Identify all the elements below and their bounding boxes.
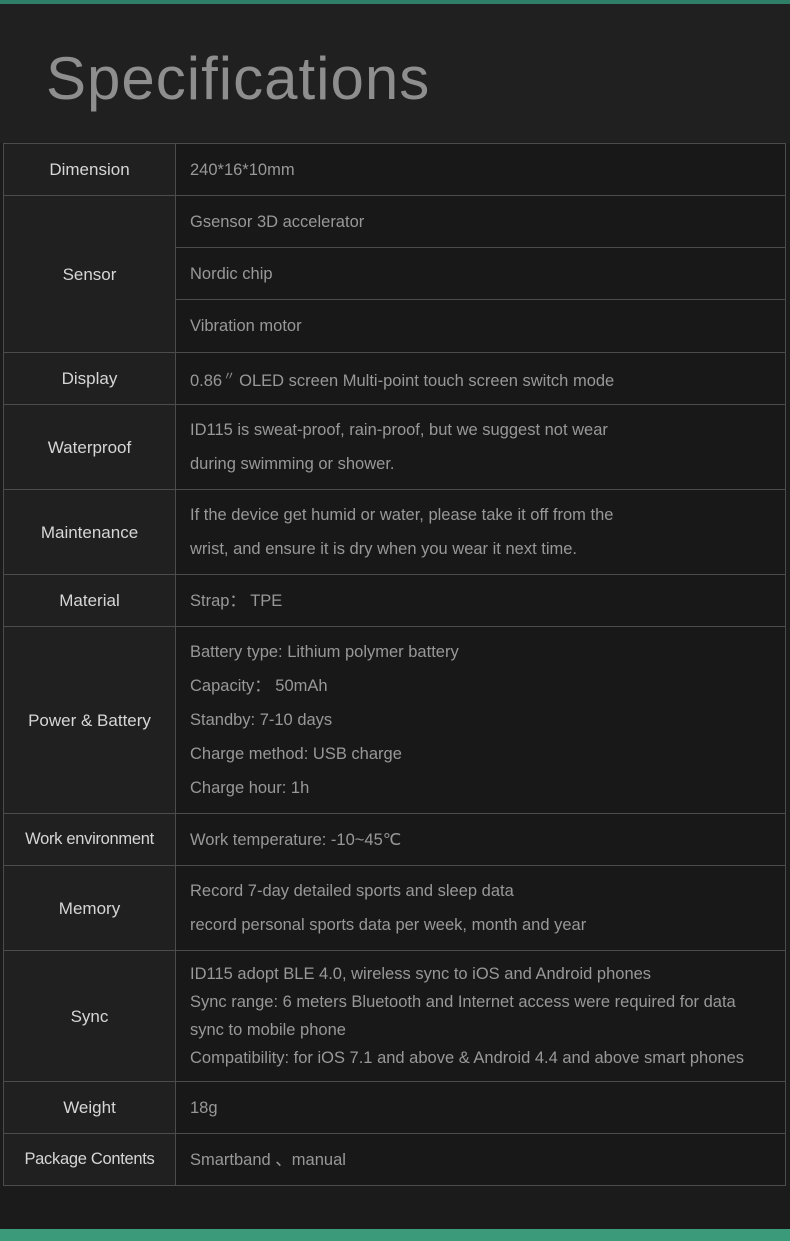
value-line: ID115 adopt BLE 4.0, wireless sync to iO…	[190, 965, 652, 983]
value-line: Strap： TPE	[190, 591, 283, 610]
row-value-sync: ID115 adopt BLE 4.0, wireless sync to iO…	[176, 951, 785, 1081]
row-label-maintenance: Maintenance	[4, 490, 176, 574]
row-label-waterproof: Waterproof	[4, 405, 176, 489]
display-description: OLED screen Multi-point touch screen swi…	[239, 372, 615, 390]
value-line: Smartband 、manual	[190, 1150, 346, 1169]
value-line: Record 7-day detailed sports and sleep d…	[190, 882, 514, 900]
row-value-package-contents: Smartband 、manual	[176, 1134, 785, 1185]
inch-mark-icon: 〃	[223, 369, 236, 383]
sensor-subrow: Vibration motor	[176, 300, 785, 352]
value-line: Gsensor 3D accelerator	[190, 212, 365, 231]
table-row: Memory Record 7-day detailed sports and …	[4, 866, 785, 951]
value-line: Work temperature: -10~45℃	[190, 830, 402, 849]
row-label-weight: Weight	[4, 1082, 176, 1133]
page-header: Specifications	[0, 4, 790, 143]
value-line: Sync range: 6 meters Bluetooth and Inter…	[190, 993, 741, 1039]
table-row: Sensor Gsensor 3D accelerator Nordic chi…	[4, 196, 785, 353]
value-line: Vibration motor	[190, 317, 302, 335]
row-value-work-environment: Work temperature: -10~45℃	[176, 814, 785, 865]
row-value-material: Strap： TPE	[176, 575, 785, 626]
table-row: Display 0.86〃 OLED screen Multi-point tou…	[4, 353, 785, 405]
value-line: Capacity： 50mAh	[190, 677, 328, 695]
value-line: ID115 is sweat-proof, rain-proof, but we…	[190, 421, 608, 439]
row-value-display: 0.86〃 OLED screen Multi-point touch scree…	[176, 353, 785, 404]
table-row: Work environment Work temperature: -10~4…	[4, 814, 785, 866]
row-value-weight: 18g	[176, 1082, 785, 1133]
row-label-sync: Sync	[4, 951, 176, 1081]
value-line: Nordic chip	[190, 264, 273, 283]
row-label-memory: Memory	[4, 866, 176, 950]
value-line: during swimming or shower.	[190, 455, 395, 473]
row-label-material: Material	[4, 575, 176, 626]
row-value-maintenance: If the device get humid or water, please…	[176, 490, 785, 574]
value-line: Battery type: Lithium polymer battery	[190, 643, 459, 661]
value-line: Standby: 7-10 days	[190, 711, 333, 729]
value-line: If the device get humid or water, please…	[190, 506, 614, 524]
value-line: 240*16*10mm	[190, 160, 295, 179]
value-line: Charge hour: 1h	[190, 779, 310, 797]
bottom-accent-bar	[0, 1229, 790, 1241]
specifications-table: Dimension 240*16*10mm Sensor Gsensor 3D …	[3, 143, 786, 1186]
row-value-memory: Record 7-day detailed sports and sleep d…	[176, 866, 785, 950]
row-label-work-environment: Work environment	[4, 814, 176, 865]
display-size: 0.86	[190, 372, 223, 390]
row-value-waterproof: ID115 is sweat-proof, rain-proof, but we…	[176, 405, 785, 489]
row-value-dimension: 240*16*10mm	[176, 144, 785, 195]
table-row: Sync ID115 adopt BLE 4.0, wireless sync …	[4, 951, 785, 1082]
row-label-dimension: Dimension	[4, 144, 176, 195]
table-row: Power & Battery Battery type: Lithium po…	[4, 627, 785, 814]
table-row: Dimension 240*16*10mm	[4, 144, 785, 196]
sensor-subrow: Gsensor 3D accelerator	[176, 196, 785, 248]
page-title: Specifications	[46, 45, 431, 112]
row-label-sensor: Sensor	[4, 196, 176, 352]
row-label-display: Display	[4, 353, 176, 404]
row-value-sensor: Gsensor 3D accelerator Nordic chip Vibra…	[176, 196, 785, 352]
row-label-power-battery: Power & Battery	[4, 627, 176, 813]
row-label-package-contents: Package Contents	[4, 1134, 176, 1185]
table-row: Package Contents Smartband 、manual	[4, 1134, 785, 1186]
value-line: wrist, and ensure it is dry when you wea…	[190, 540, 577, 558]
specifications-page: Specifications Dimension 240*16*10mm Sen…	[0, 0, 790, 1241]
table-row: Waterproof ID115 is sweat-proof, rain-pr…	[4, 405, 785, 490]
value-line: Compatibility: for iOS 7.1 and above & A…	[190, 1049, 744, 1067]
value-line: record personal sports data per week, mo…	[190, 916, 587, 934]
table-row: Maintenance If the device get humid or w…	[4, 490, 785, 575]
table-row: Material Strap： TPE	[4, 575, 785, 627]
table-row: Weight 18g	[4, 1082, 785, 1134]
sensor-subrow: Nordic chip	[176, 248, 785, 300]
row-value-power-battery: Battery type: Lithium polymer battery Ca…	[176, 627, 785, 813]
value-line: 0.86〃 OLED screen Multi-point touch scree…	[190, 363, 785, 394]
value-line: 18g	[190, 1098, 218, 1117]
value-line: Charge method: USB charge	[190, 745, 402, 763]
